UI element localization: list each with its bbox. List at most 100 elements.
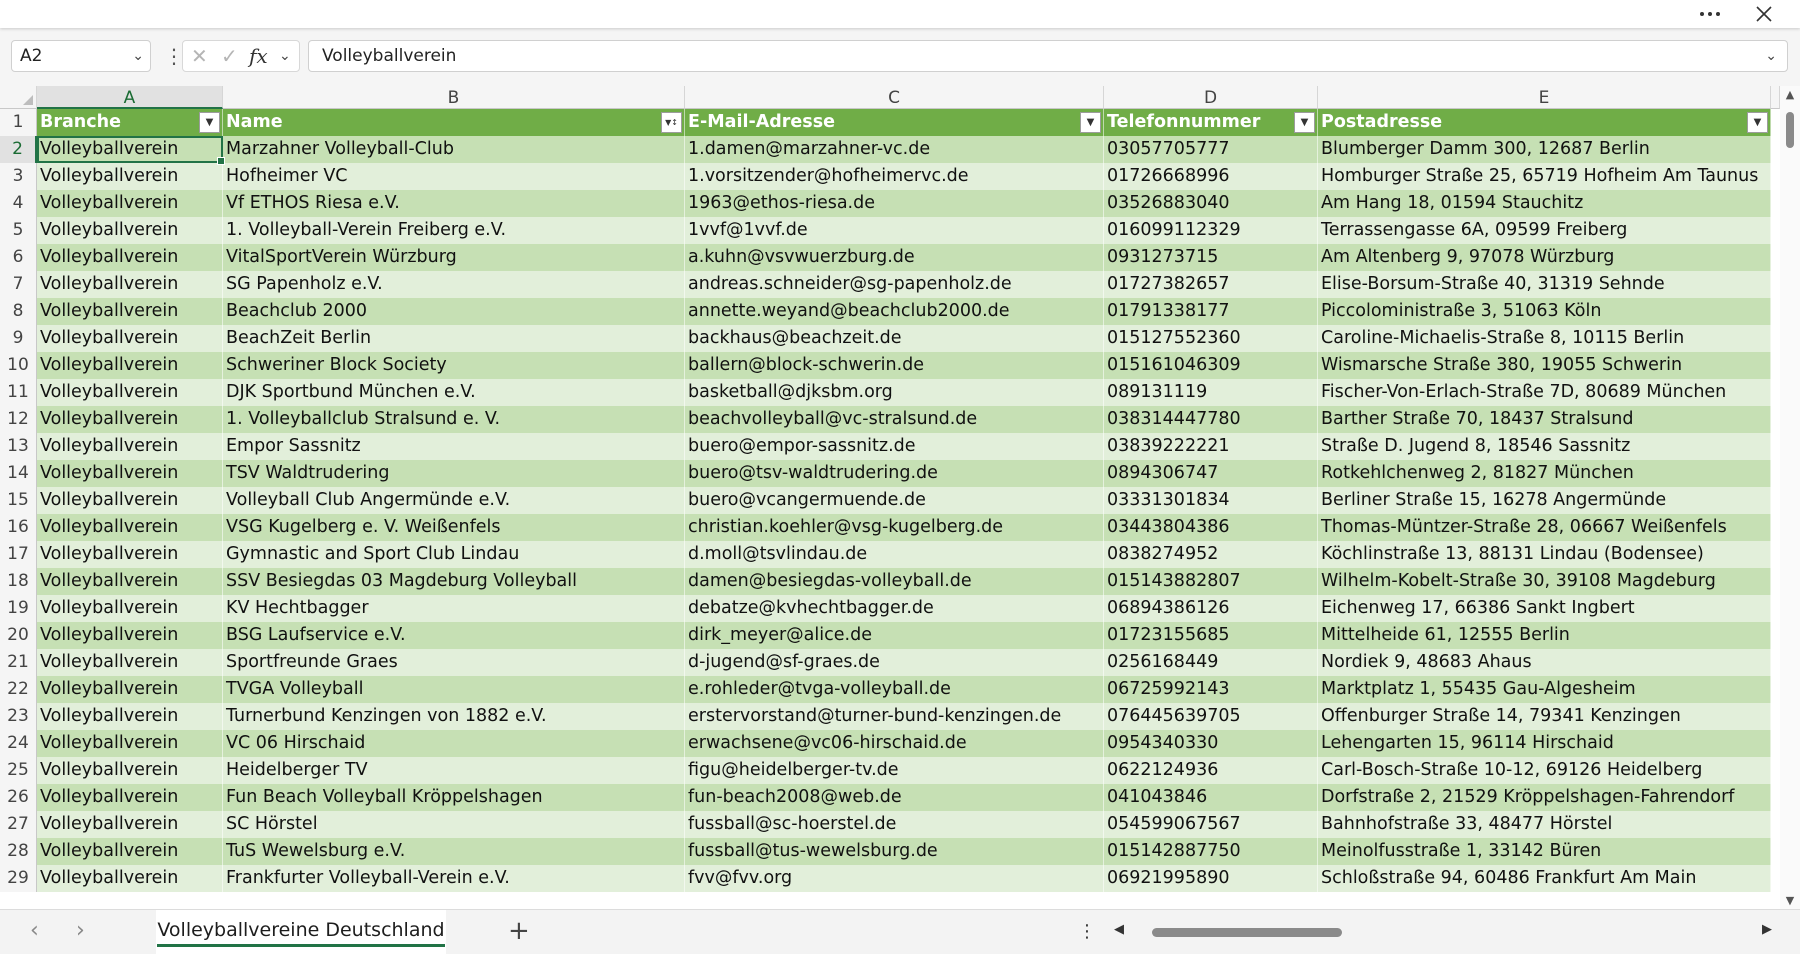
- table-cell[interactable]: Wilhelm-Kobelt-Straße 30, 39108 Magdebur…: [1318, 568, 1771, 595]
- table-cell[interactable]: DJK Sportbund München e.V.: [223, 379, 685, 406]
- table-cell[interactable]: Volleyballverein: [37, 325, 223, 352]
- table-cell[interactable]: Volleyballverein: [37, 784, 223, 811]
- table-cell[interactable]: Caroline-Michaelis-Straße 8, 10115 Berli…: [1318, 325, 1771, 352]
- row-header[interactable]: 24: [0, 730, 37, 757]
- row-header[interactable]: 21: [0, 649, 37, 676]
- table-cell[interactable]: 03526883040: [1104, 190, 1318, 217]
- table-cell[interactable]: Schloßstraße 94, 60486 Frankfurt Am Main: [1318, 865, 1771, 892]
- table-cell[interactable]: Volleyballverein: [37, 622, 223, 649]
- row-header[interactable]: 8: [0, 298, 37, 325]
- row-header[interactable]: 27: [0, 811, 37, 838]
- column-header-d[interactable]: D: [1104, 86, 1318, 109]
- column-header-c[interactable]: C: [685, 86, 1104, 109]
- table-cell[interactable]: a.kuhn@vsvwuerzburg.de: [685, 244, 1104, 271]
- table-cell[interactable]: Hofheimer VC: [223, 163, 685, 190]
- table-cell[interactable]: Wismarsche Straße 380, 19055 Schwerin: [1318, 352, 1771, 379]
- more-options-button[interactable]: [1688, 0, 1732, 28]
- add-sheet-button[interactable]: +: [508, 916, 530, 946]
- table-cell[interactable]: Meinolfusstraße 1, 33142 Büren: [1318, 838, 1771, 865]
- spreadsheet-grid[interactable]: A B C D E 1 Branche ▼ Name ▼↕ E-Mail-Adresse ▼ Telef…: [0, 86, 1780, 909]
- table-cell[interactable]: 0622124936: [1104, 757, 1318, 784]
- table-cell[interactable]: Volleyballverein: [37, 298, 223, 325]
- close-button[interactable]: [1742, 0, 1786, 28]
- table-cell[interactable]: damen@besiegdas-volleyball.de: [685, 568, 1104, 595]
- table-cell[interactable]: SSV Besiegdas 03 Magdeburg Volleyball: [223, 568, 685, 595]
- horizontal-scrollbar[interactable]: ◀ ▶: [1114, 922, 1772, 940]
- table-cell[interactable]: Volleyballverein: [37, 757, 223, 784]
- table-cell[interactable]: Volleyballverein: [37, 514, 223, 541]
- table-cell[interactable]: Volleyballverein: [37, 163, 223, 190]
- table-cell[interactable]: Köchlinstraße 13, 88131 Lindau (Bodensee…: [1318, 541, 1771, 568]
- select-all-corner[interactable]: [0, 86, 37, 109]
- formula-input[interactable]: Volleyballverein ⌄: [308, 40, 1788, 72]
- vertical-scroll-thumb[interactable]: [1786, 112, 1794, 148]
- scroll-right-icon[interactable]: ▶: [1762, 922, 1772, 937]
- table-cell[interactable]: e.rohleder@tvga-volleyball.de: [685, 676, 1104, 703]
- table-cell[interactable]: 1vvf@1vvf.de: [685, 217, 1104, 244]
- table-cell[interactable]: Barther Straße 70, 18437 Stralsund: [1318, 406, 1771, 433]
- table-cell[interactable]: basketball@djksbm.org: [685, 379, 1104, 406]
- table-cell[interactable]: andreas.schneider@sg-papenholz.de: [685, 271, 1104, 298]
- row-header[interactable]: 2: [0, 136, 37, 163]
- table-cell[interactable]: Fun Beach Volleyball Kröppelshagen: [223, 784, 685, 811]
- row-header[interactable]: 3: [0, 163, 37, 190]
- table-cell[interactable]: TVGA Volleyball: [223, 676, 685, 703]
- row-header[interactable]: 16: [0, 514, 37, 541]
- table-cell[interactable]: 076445639705: [1104, 703, 1318, 730]
- table-cell[interactable]: backhaus@beachzeit.de: [685, 325, 1104, 352]
- table-cell[interactable]: Frankfurter Volleyball-Verein e.V.: [223, 865, 685, 892]
- table-cell[interactable]: 0256168449: [1104, 649, 1318, 676]
- table-cell[interactable]: Marzahner Volleyball-Club: [223, 136, 685, 163]
- table-cell[interactable]: Bahnhofstraße 33, 48477 Hörstel: [1318, 811, 1771, 838]
- table-cell[interactable]: Offenburger Straße 14, 79341 Kenzingen: [1318, 703, 1771, 730]
- row-header[interactable]: 17: [0, 541, 37, 568]
- table-cell[interactable]: Volleyballverein: [37, 811, 223, 838]
- table-cell[interactable]: 015127552360: [1104, 325, 1318, 352]
- header-cell[interactable]: Branche: [37, 109, 223, 136]
- table-cell[interactable]: d-jugend@sf-graes.de: [685, 649, 1104, 676]
- table-cell[interactable]: Volleyballverein: [37, 190, 223, 217]
- table-cell[interactable]: Volleyballverein: [37, 487, 223, 514]
- header-cell[interactable]: Postadresse: [1318, 109, 1771, 136]
- table-cell[interactable]: TSV Waldtrudering: [223, 460, 685, 487]
- table-cell[interactable]: erwachsene@vc06-hirschaid.de: [685, 730, 1104, 757]
- table-cell[interactable]: buero@tsv-waldtrudering.de: [685, 460, 1104, 487]
- table-cell[interactable]: d.moll@tsvlindau.de: [685, 541, 1104, 568]
- table-cell[interactable]: Volleyballverein: [37, 271, 223, 298]
- row-header[interactable]: 28: [0, 838, 37, 865]
- table-cell[interactable]: 03057705777: [1104, 136, 1318, 163]
- table-cell[interactable]: Volleyballverein: [37, 136, 223, 163]
- table-cell[interactable]: BeachZeit Berlin: [223, 325, 685, 352]
- row-header[interactable]: 5: [0, 217, 37, 244]
- table-cell[interactable]: 015142887750: [1104, 838, 1318, 865]
- table-cell[interactable]: Volleyball Club Angermünde e.V.: [223, 487, 685, 514]
- table-cell[interactable]: 0838274952: [1104, 541, 1318, 568]
- table-cell[interactable]: Volleyballverein: [37, 838, 223, 865]
- column-header-e[interactable]: E: [1318, 86, 1771, 109]
- table-cell[interactable]: Lehengarten 15, 96114 Hirschaid: [1318, 730, 1771, 757]
- table-cell[interactable]: 1.vorsitzender@hofheimervc.de: [685, 163, 1104, 190]
- table-cell[interactable]: KV Hechtbagger: [223, 595, 685, 622]
- vertical-scrollbar[interactable]: ▲ ▼: [1780, 86, 1800, 909]
- table-cell[interactable]: Mittelheide 61, 12555 Berlin: [1318, 622, 1771, 649]
- table-cell[interactable]: Volleyballverein: [37, 217, 223, 244]
- row-header[interactable]: 23: [0, 703, 37, 730]
- table-cell[interactable]: Piccoloministraße 3, 51063 Köln: [1318, 298, 1771, 325]
- table-cell[interactable]: 015161046309: [1104, 352, 1318, 379]
- table-cell[interactable]: Berliner Straße 15, 16278 Angermünde: [1318, 487, 1771, 514]
- table-cell[interactable]: 089131119: [1104, 379, 1318, 406]
- table-cell[interactable]: 1963@ethos-riesa.de: [685, 190, 1104, 217]
- table-cell[interactable]: Straße D. Jugend 8, 18546 Sassnitz: [1318, 433, 1771, 460]
- table-cell[interactable]: 06894386126: [1104, 595, 1318, 622]
- name-box[interactable]: A2 ⌄: [11, 40, 151, 72]
- table-cell[interactable]: 03331301834: [1104, 487, 1318, 514]
- table-cell[interactable]: beachvolleyball@vc-stralsund.de: [685, 406, 1104, 433]
- horizontal-scroll-thumb[interactable]: [1152, 928, 1342, 937]
- table-cell[interactable]: buero@empor-sassnitz.de: [685, 433, 1104, 460]
- table-cell[interactable]: 1. Volleyballclub Stralsund e. V.: [223, 406, 685, 433]
- row-header[interactable]: 19: [0, 595, 37, 622]
- table-cell[interactable]: Empor Sassnitz: [223, 433, 685, 460]
- table-cell[interactable]: Blumberger Damm 300, 12687 Berlin: [1318, 136, 1771, 163]
- table-cell[interactable]: Volleyballverein: [37, 406, 223, 433]
- table-cell[interactable]: Nordiek 9, 48683 Ahaus: [1318, 649, 1771, 676]
